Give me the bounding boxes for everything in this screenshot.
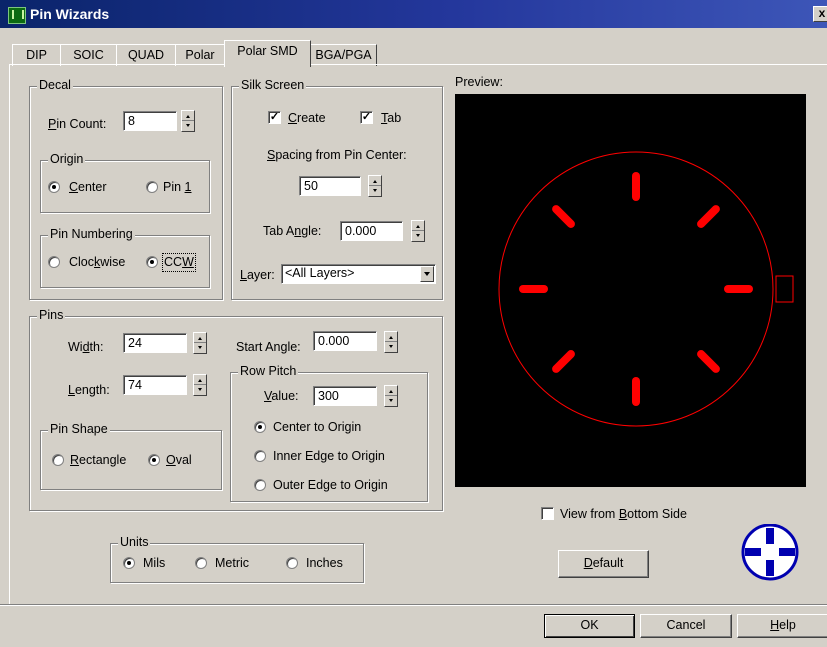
- tab-polar-smd[interactable]: Polar SMD: [224, 40, 311, 67]
- layer-dropdown[interactable]: <All Layers>: [281, 264, 436, 284]
- ccw-radio[interactable]: [146, 256, 158, 268]
- pins-group-label: Pins: [37, 308, 66, 323]
- preview-pin-pad: [697, 205, 720, 228]
- window-title: Pin Wizards: [30, 6, 110, 22]
- outer-edge-radio[interactable]: [254, 479, 266, 491]
- length-stepper[interactable]: [193, 374, 207, 396]
- pin-shape-group: Pin Shape: [40, 422, 222, 490]
- preview-pin-pad: [552, 205, 575, 228]
- tab-angle-stepper[interactable]: [411, 220, 425, 242]
- preview-pin-pad: [697, 350, 720, 373]
- inner-edge-label: Inner Edge to Origin: [273, 449, 385, 463]
- start-angle-label: Start Angle:: [236, 340, 301, 354]
- tab-polar[interactable]: Polar: [175, 44, 225, 66]
- preview-graphic: [498, 151, 794, 427]
- tab-label: Tab: [381, 111, 402, 125]
- metric-label: Metric: [215, 556, 250, 570]
- title-bar: Pin Wizards x: [0, 0, 827, 28]
- preview-canvas: [455, 94, 806, 487]
- rectangle-label: Rectangle: [70, 453, 127, 467]
- center-to-origin-radio[interactable]: [254, 421, 266, 433]
- mils-label: Mils: [143, 556, 166, 570]
- start-angle-input[interactable]: 0.000: [313, 331, 377, 351]
- tab-dip[interactable]: DIP: [12, 44, 61, 66]
- units-group-label: Units: [118, 535, 151, 550]
- pin-count-stepper[interactable]: [181, 110, 195, 132]
- silk-screen-group-label: Silk Screen: [239, 78, 307, 93]
- rectangle-radio[interactable]: [52, 454, 64, 466]
- outer-edge-label: Outer Edge to Origin: [273, 478, 388, 492]
- tab-soic[interactable]: SOIC: [60, 44, 117, 66]
- mils-radio[interactable]: [123, 557, 135, 569]
- width-input[interactable]: 24: [123, 333, 187, 353]
- length-input[interactable]: 74: [123, 375, 187, 395]
- help-button[interactable]: Help: [737, 614, 827, 638]
- default-button[interactable]: Default: [558, 550, 649, 578]
- layer-label: Layer:: [240, 268, 275, 282]
- spacing-stepper[interactable]: [368, 175, 382, 197]
- ok-button[interactable]: OK: [544, 614, 635, 638]
- inner-edge-radio[interactable]: [254, 450, 266, 462]
- origin-pin1-label: Pin 1: [163, 180, 192, 194]
- metric-radio[interactable]: [195, 557, 207, 569]
- app-icon: [8, 7, 26, 24]
- view-bottom-checkbox[interactable]: [541, 507, 554, 520]
- center-to-origin-label: Center to Origin: [273, 420, 362, 434]
- width-stepper[interactable]: [193, 332, 207, 354]
- pin-count-label: Pin Count:: [48, 117, 107, 131]
- pin-numbering-group-label: Pin Numbering: [48, 227, 135, 242]
- pin-shape-group-label: Pin Shape: [48, 422, 110, 437]
- inches-label: Inches: [306, 556, 343, 570]
- spacing-label: Spacing from Pin Center:: [267, 148, 407, 162]
- row-pitch-value-input[interactable]: 300: [313, 386, 377, 406]
- create-checkbox[interactable]: ✓: [268, 111, 281, 124]
- preview-pin-pad: [552, 350, 575, 373]
- cancel-button[interactable]: Cancel: [640, 614, 732, 638]
- view-bottom-label: View from Bottom Side: [560, 507, 687, 521]
- tab-checkbox[interactable]: ✓: [360, 111, 373, 124]
- row-pitch-stepper[interactable]: [384, 385, 398, 407]
- chevron-down-icon[interactable]: [420, 266, 434, 282]
- inches-radio[interactable]: [286, 557, 298, 569]
- crosshair-navigation-icon[interactable]: [740, 524, 800, 584]
- tab-quad[interactable]: QUAD: [116, 44, 176, 66]
- clockwise-radio[interactable]: [48, 256, 60, 268]
- silk-tab-marker: [775, 275, 794, 303]
- origin-group-label: Origin: [48, 152, 86, 167]
- ccw-label: CCW: [162, 253, 196, 272]
- origin-pin1-radio[interactable]: [146, 181, 158, 193]
- layer-dropdown-value: <All Layers>: [285, 266, 355, 280]
- create-label: Create: [288, 111, 326, 125]
- close-button[interactable]: x: [813, 6, 827, 22]
- origin-center-label: Center: [69, 180, 107, 194]
- preview-label: Preview:: [455, 75, 503, 89]
- row-pitch-group-label: Row Pitch: [238, 364, 299, 379]
- tab-angle-label: Tab Angle:: [263, 224, 322, 238]
- row-pitch-value-label: Value:: [264, 389, 299, 403]
- pin-wizards-window: Pin Wizards x DIP SOIC QUAD Polar Polar …: [0, 0, 827, 647]
- oval-label: Oval: [166, 453, 192, 467]
- decal-group-label: Decal: [37, 78, 73, 93]
- spacing-input[interactable]: 50: [299, 176, 361, 196]
- width-label: Width:: [68, 340, 104, 354]
- tab-angle-input[interactable]: 0.000: [340, 221, 403, 241]
- pin-count-input[interactable]: 8: [123, 111, 177, 131]
- length-label: Length:: [68, 383, 110, 397]
- start-angle-stepper[interactable]: [384, 331, 398, 353]
- tab-bga-pga[interactable]: BGA/PGA: [310, 44, 377, 66]
- oval-radio[interactable]: [148, 454, 160, 466]
- bottom-separator: [0, 604, 827, 606]
- clockwise-label: Clockwise: [69, 255, 126, 269]
- origin-center-radio[interactable]: [48, 181, 60, 193]
